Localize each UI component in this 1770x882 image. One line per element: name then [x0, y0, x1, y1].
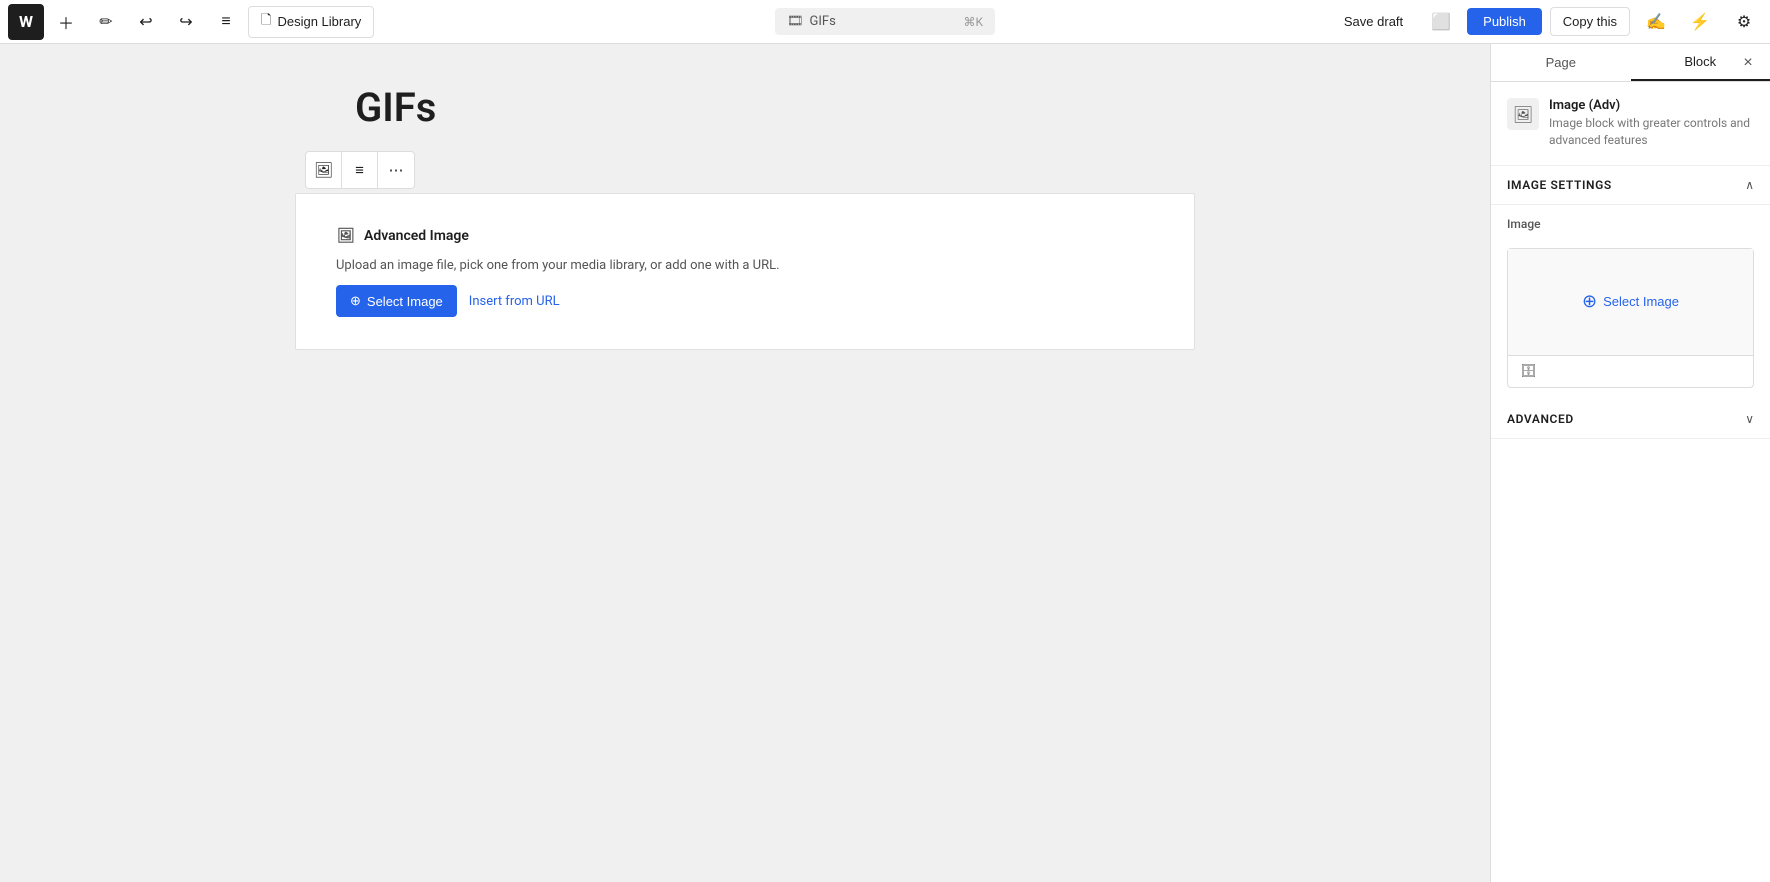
sidebar-close-button[interactable]: ×: [1734, 49, 1762, 77]
pencil-icon: ✏: [99, 12, 112, 32]
block-info-title: Image (Adv): [1549, 98, 1754, 113]
search-text: GIFs: [810, 14, 836, 29]
gif-icon: 🎞: [787, 14, 804, 29]
advanced-chevron-icon: ∨: [1745, 412, 1754, 426]
publish-button[interactable]: Publish: [1467, 8, 1542, 35]
editor-view-button[interactable]: ✍: [1638, 4, 1674, 40]
advanced-image-icon: 🖼: [336, 226, 356, 246]
document-icon: 🗋: [261, 11, 271, 33]
block-toolbar-wrapper: 🖼 ≡ ⋯: [295, 151, 1195, 189]
search-shortcut: ⌘K: [963, 15, 983, 29]
advanced-image-block: 🖼 Advanced Image Upload an image file, p…: [295, 193, 1195, 350]
image-field-label: Image: [1507, 217, 1541, 231]
toolbar-center: 🎞 GIFs ⌘K: [775, 8, 995, 35]
image-settings-title: Image settings: [1507, 178, 1612, 192]
redo-button[interactable]: ↪: [168, 4, 204, 40]
image-settings-chevron-icon: ∧: [1745, 178, 1754, 192]
copy-this-button[interactable]: Copy this: [1550, 7, 1630, 36]
block-header: 🖼 Advanced Image: [336, 226, 1154, 246]
block-actions: ⊕ Select Image Insert from URL: [336, 285, 1154, 317]
block-image-icon: 🖼: [314, 161, 333, 179]
sidebar-select-image-label: Select Image: [1603, 294, 1679, 309]
block-info-section: 🖼 Image (Adv) Image block with greater c…: [1491, 82, 1770, 166]
toolbar: W ＋ ✏ ↩ ↪ ≡ 🗋 Design Library 🎞 GIFs ⌘K S…: [0, 0, 1770, 44]
select-image-button[interactable]: ⊕ Select Image: [336, 285, 457, 317]
select-image-label: Select Image: [367, 294, 443, 309]
wp-logo-icon: W: [19, 12, 33, 31]
block-info-text: Image (Adv) Image block with greater con…: [1549, 98, 1754, 149]
plus-icon: ＋: [58, 10, 74, 34]
settings-icon: ⚙: [1737, 12, 1751, 32]
toolbar-left: W ＋ ✏ ↩ ↪ ≡ 🗋 Design Library: [8, 4, 374, 40]
command-search-bar[interactable]: 🎞 GIFs ⌘K: [775, 8, 995, 35]
undo-icon: ↩: [139, 12, 152, 32]
block-info-description: Image block with greater controls and ad…: [1549, 115, 1754, 149]
database-icon: 🗄: [1520, 364, 1537, 379]
edit-tool-button[interactable]: ✏: [88, 4, 124, 40]
block-list-icon: ≡: [355, 162, 364, 179]
advanced-section-title: Advanced: [1507, 412, 1574, 426]
settings-toggle-button[interactable]: ⚙: [1726, 4, 1762, 40]
tab-page[interactable]: Page: [1491, 44, 1631, 81]
block-more-tool-button[interactable]: ⋯: [378, 152, 414, 188]
preview-icon: ⬜: [1431, 12, 1451, 32]
list-view-button[interactable]: ≡: [208, 4, 244, 40]
block-description: Upload an image file, pick one from your…: [336, 258, 1154, 273]
main-layout: GIFs 🖼 ≡ ⋯ 🖼 Advanced Image Upload an: [0, 44, 1770, 882]
wp-logo-button[interactable]: W: [8, 4, 44, 40]
editor-view-icon: ✍: [1646, 12, 1666, 32]
sidebar-select-image-button[interactable]: ⊕ Select Image: [1570, 285, 1691, 318]
advanced-section-header[interactable]: Advanced ∨: [1491, 400, 1770, 439]
block-info-icon: 🖼: [1507, 98, 1539, 130]
block-title: Advanced Image: [364, 228, 469, 244]
plugin-button[interactable]: ⚡: [1682, 4, 1718, 40]
add-block-button[interactable]: ＋: [48, 4, 84, 40]
image-preview-box[interactable]: ⊕ Select Image: [1508, 249, 1753, 355]
right-sidebar: Page Block × 🖼 Image (Adv) Image block w…: [1490, 44, 1770, 882]
image-preview-area: ⊕ Select Image 🗄: [1507, 248, 1754, 388]
sidebar-plus-circle-icon: ⊕: [1582, 291, 1597, 312]
list-view-icon: ≡: [221, 13, 230, 31]
image-settings-section: Image settings ∧ Image ⊕ Select Image 🗄: [1491, 166, 1770, 400]
undo-button[interactable]: ↩: [128, 4, 164, 40]
toolbar-right: Save draft ⬜ Publish Copy this ✍ ⚡ ⚙: [1332, 4, 1762, 40]
redo-icon: ↪: [179, 12, 192, 32]
image-label-row: Image: [1491, 205, 1770, 236]
insert-from-url-link[interactable]: Insert from URL: [469, 294, 560, 309]
sidebar-tabs: Page Block ×: [1491, 44, 1770, 82]
block-toolbar: 🖼 ≡ ⋯: [305, 151, 415, 189]
block-more-icon: ⋯: [389, 161, 404, 179]
image-settings-header[interactable]: Image settings ∧: [1491, 166, 1770, 205]
save-draft-button[interactable]: Save draft: [1332, 8, 1415, 35]
plus-circle-icon: ⊕: [350, 293, 361, 309]
document-title-button[interactable]: 🗋 Design Library: [248, 6, 374, 38]
editor-area: GIFs 🖼 ≡ ⋯ 🖼 Advanced Image Upload an: [0, 44, 1490, 882]
preview-button[interactable]: ⬜: [1423, 4, 1459, 40]
plugin-icon: ⚡: [1690, 12, 1710, 32]
image-preview-footer: 🗄: [1508, 355, 1753, 387]
block-image-tool-button[interactable]: 🖼: [306, 152, 342, 188]
block-list-tool-button[interactable]: ≡: [342, 152, 378, 188]
document-title-label: Design Library: [277, 14, 361, 29]
page-title[interactable]: GIFs: [295, 84, 1195, 131]
